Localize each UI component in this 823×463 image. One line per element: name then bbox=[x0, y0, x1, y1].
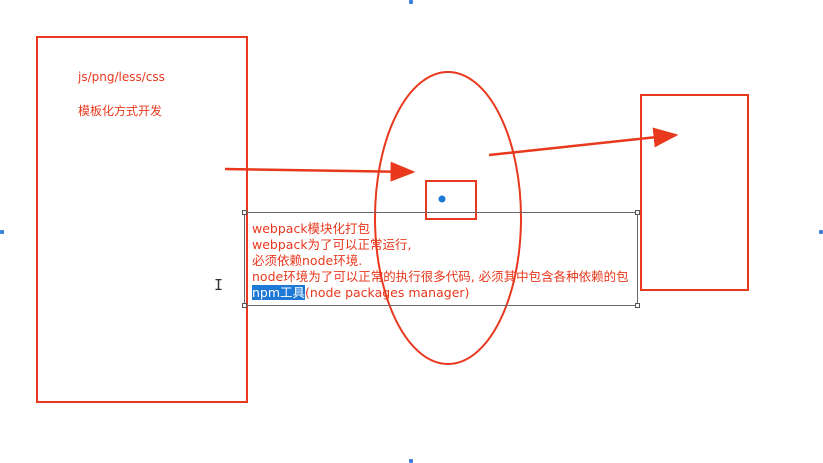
note-line-5-rest: (node packages manager) bbox=[305, 285, 470, 300]
note-line-5: npm工具(node packages manager) bbox=[252, 285, 637, 301]
arrow-left-to-center[interactable] bbox=[224, 161, 416, 182]
left-box[interactable] bbox=[36, 36, 248, 403]
text-cursor-icon: I bbox=[214, 276, 224, 294]
canvas-handle-bottom[interactable] bbox=[409, 459, 413, 463]
resize-handle-tl[interactable] bbox=[242, 210, 247, 215]
right-box[interactable] bbox=[640, 94, 749, 291]
selected-text[interactable]: npm工具 bbox=[252, 285, 306, 300]
note-line-2: webpack为了可以正常运行, bbox=[252, 237, 412, 252]
center-dot bbox=[438, 195, 446, 203]
canvas-handle-left[interactable] bbox=[0, 230, 4, 234]
canvas-handle-top[interactable] bbox=[409, 0, 413, 4]
arrow-center-to-right[interactable] bbox=[488, 127, 679, 157]
canvas-handle-right[interactable] bbox=[819, 230, 823, 234]
left-box-label-2: 模板化方式开发 bbox=[78, 104, 163, 118]
note-line-1: webpack模块化打包 bbox=[252, 221, 371, 236]
resize-handle-bl[interactable] bbox=[242, 303, 247, 308]
resize-handle-br[interactable] bbox=[635, 303, 640, 308]
left-box-label-1: js/png/less/css bbox=[78, 70, 165, 84]
note-line-3: 必须依赖node环境. bbox=[252, 253, 363, 268]
note-text[interactable]: webpack模块化打包 webpack为了可以正常运行, 必须依赖node环境… bbox=[252, 221, 637, 301]
note-line-4: node环境为了可以正常的执行很多代码, 必须其中包含各种依赖的包 bbox=[252, 269, 629, 284]
resize-handle-tr[interactable] bbox=[635, 210, 640, 215]
